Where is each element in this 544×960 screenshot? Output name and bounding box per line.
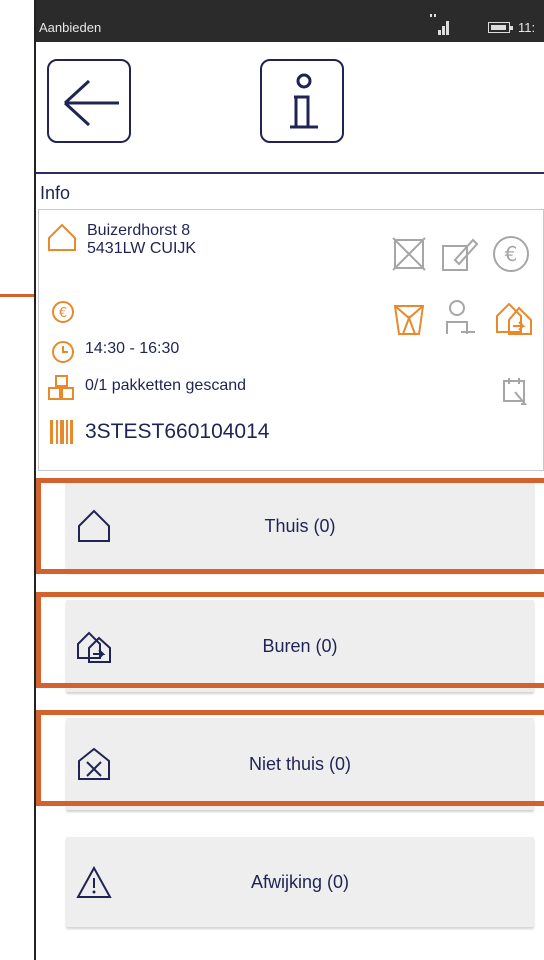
svg-text:€: € [59, 306, 67, 321]
euro-icon: € [493, 236, 529, 272]
highlight-frame-niet-thuis [36, 710, 544, 806]
neighbour-icon [496, 302, 532, 335]
afwijking-label: Afwijking (0) [250, 871, 350, 892]
packages-scanned: 0/1 pakketten gescand [85, 377, 247, 394]
info-card: Buizerdhorst 8 5431LW CUIJK € € 14:30 - … [38, 209, 544, 471]
afwijking-button[interactable]: Afwijking (0) [66, 837, 534, 927]
address-street: Buizerdhorst 8 [87, 222, 191, 239]
clock-icon [52, 341, 74, 363]
highlight-frame-thuis [36, 478, 544, 574]
status-bar: Aanbieden 11: [36, 0, 544, 42]
no-signature-icon [392, 237, 426, 271]
section-title: Info [40, 183, 71, 203]
barcode-number: 3STEST660104014 [85, 420, 270, 443]
time-window: 14:30 - 16:30 [85, 340, 180, 357]
back-button[interactable] [47, 59, 131, 143]
packages-icon [48, 375, 74, 400]
barcode-icon [50, 420, 73, 444]
info-button[interactable] [260, 59, 344, 143]
highlight-frame-buren [36, 592, 544, 688]
annotation-pointer [0, 294, 36, 297]
home-icon [48, 223, 76, 251]
address-postal-city: 5431LW CUIJK [87, 240, 197, 257]
info-icon [290, 73, 318, 129]
battery-icon [488, 22, 513, 33]
toolbar [36, 42, 544, 174]
signature-icon [442, 238, 479, 271]
arrow-left-icon [63, 79, 119, 127]
svg-text:€: € [505, 242, 518, 266]
euro-orange-icon: € [52, 301, 74, 323]
scan-calendar-icon [503, 378, 528, 405]
signal-icon [430, 14, 449, 35]
phone-screen: Aanbieden 11: Info Buizerdhorst 8 5431LW… [34, 0, 544, 960]
status-time: 11: [518, 20, 536, 35]
app-name: Aanbieden [39, 20, 102, 35]
package-open-icon [393, 305, 425, 335]
person-id-icon [446, 300, 475, 334]
